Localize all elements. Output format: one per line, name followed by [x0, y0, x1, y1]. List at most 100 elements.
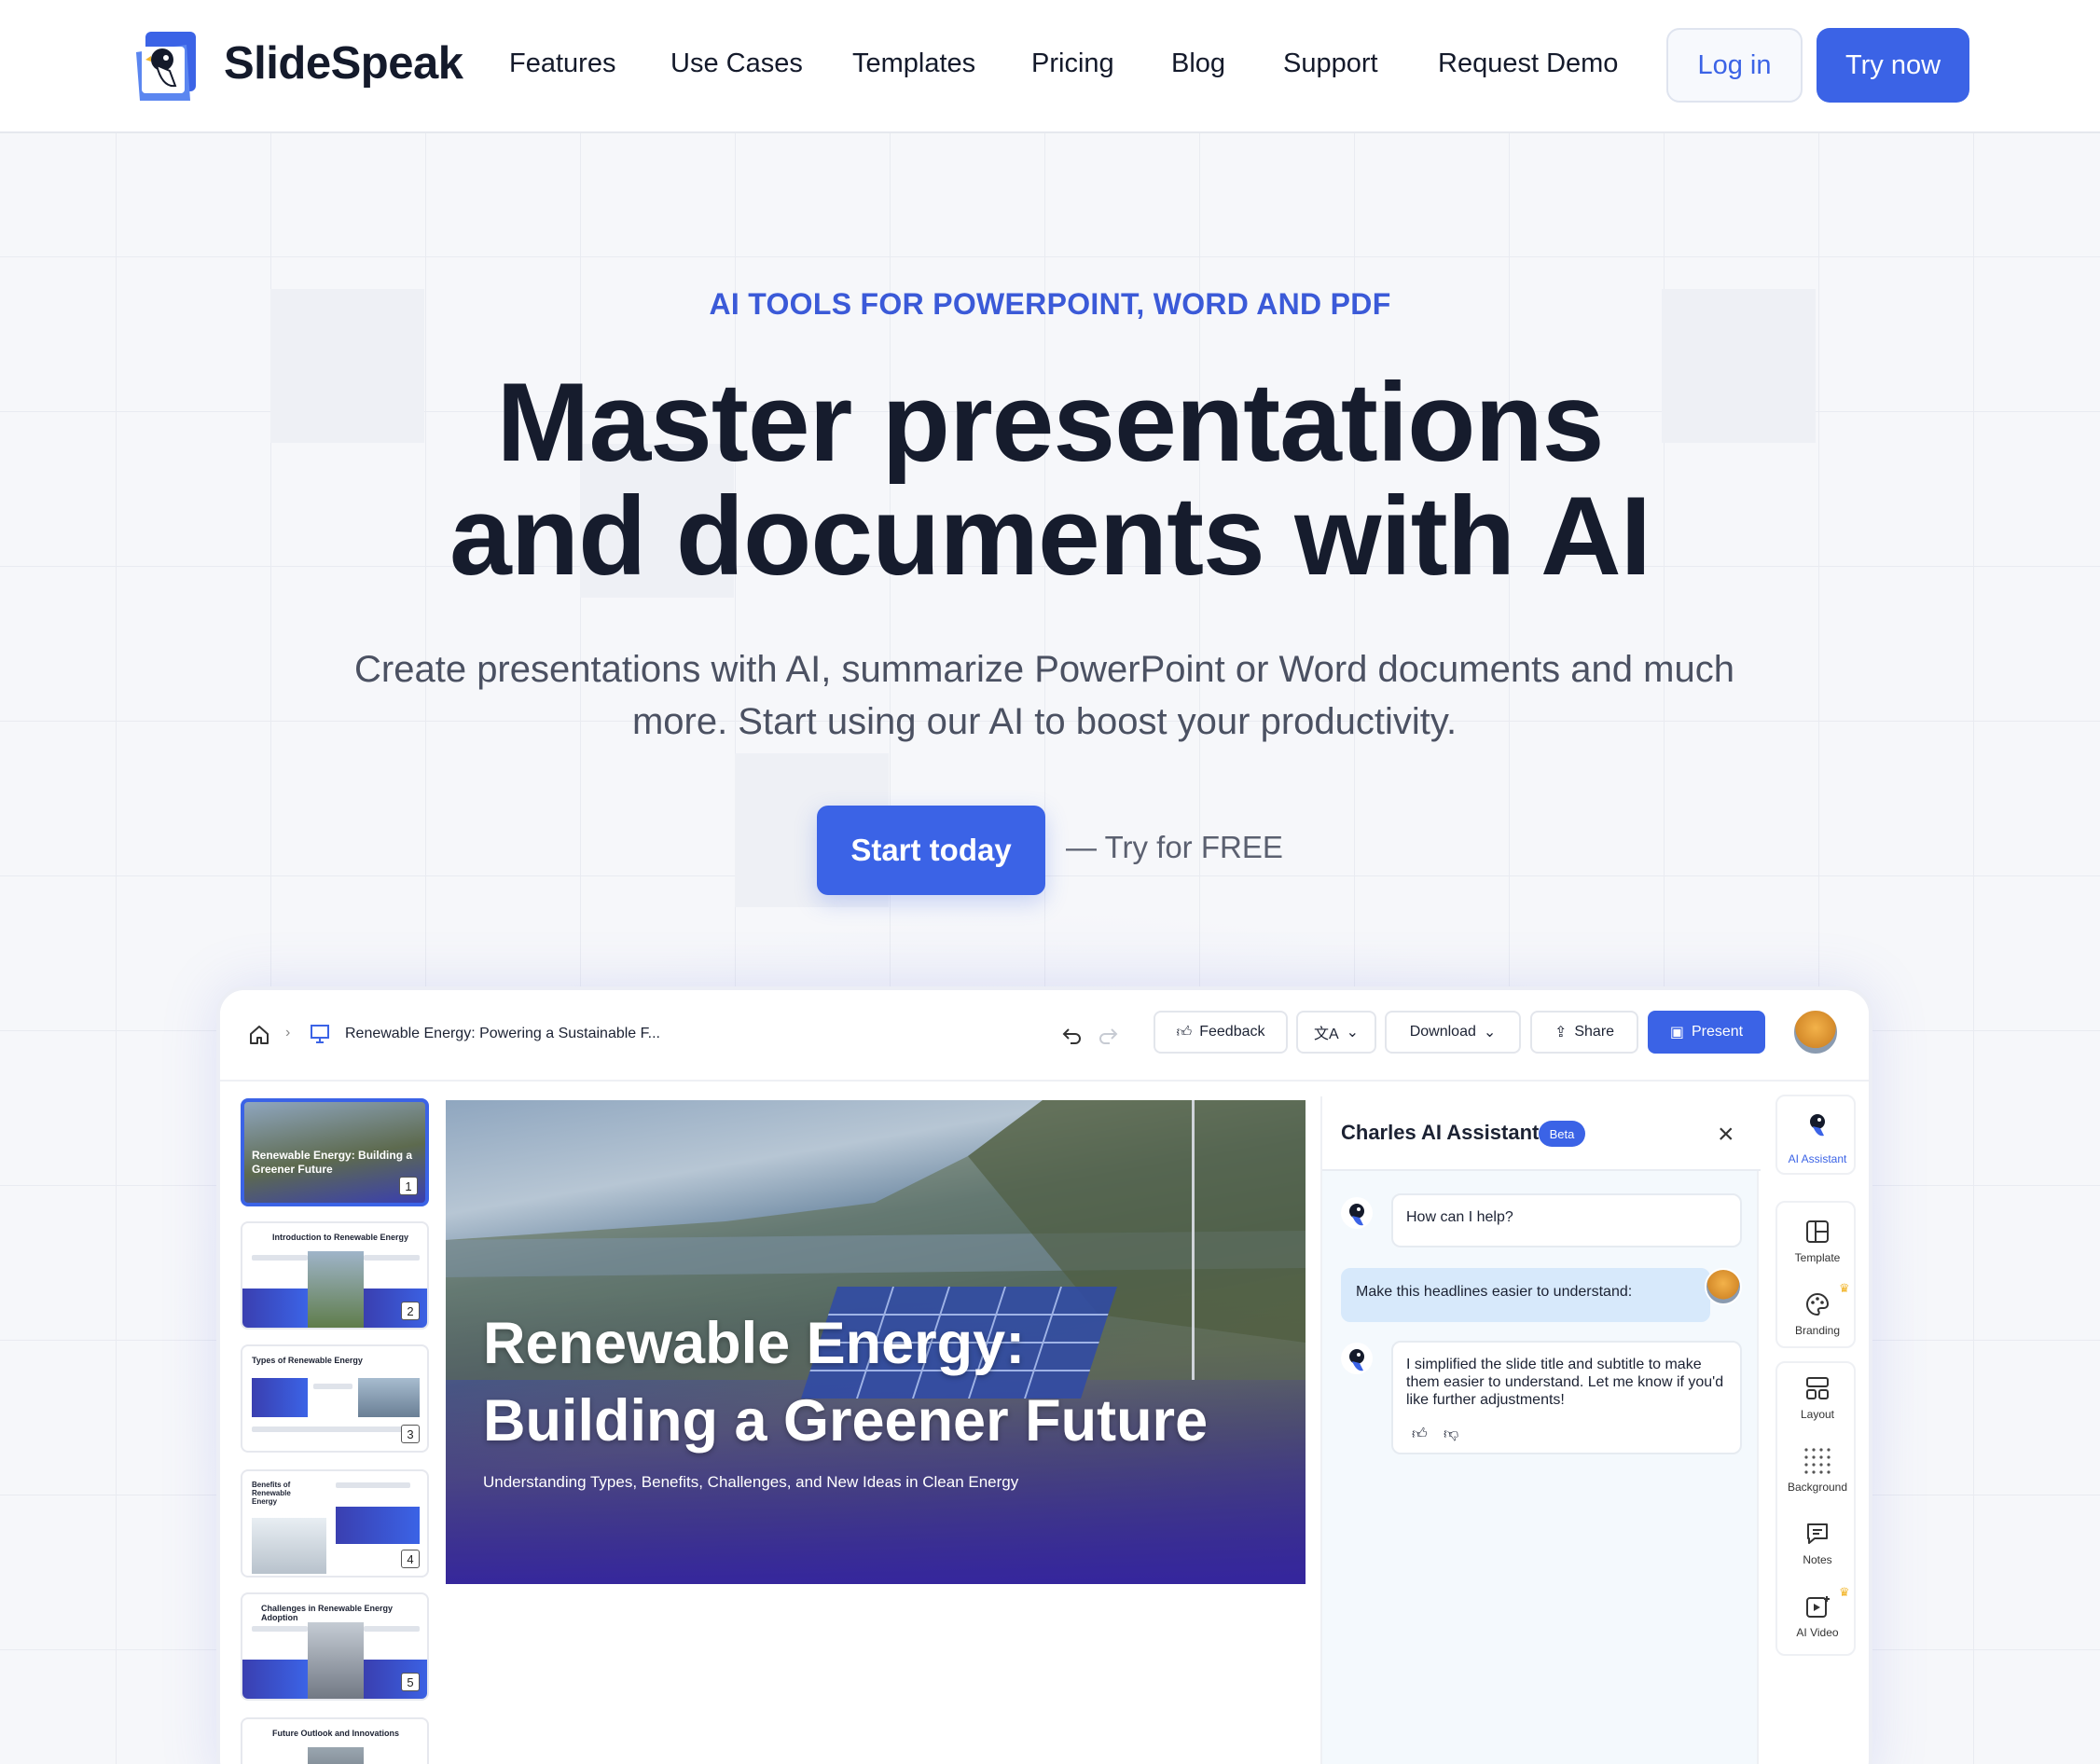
- editor-toolbar: › Renewable Energy: Powering a Sustainab…: [220, 990, 1869, 1082]
- nav-blog[interactable]: Blog: [1171, 48, 1225, 79]
- thumbs-up-icon[interactable]: 👍︎: [1412, 1426, 1428, 1443]
- rail-label-ai-video[interactable]: AI Video: [1777, 1626, 1858, 1639]
- download-label: Download: [1409, 1024, 1476, 1040]
- chat-message-text: I simplified the slide title and subtitl…: [1406, 1357, 1724, 1408]
- nav-pricing[interactable]: Pricing: [1031, 48, 1114, 79]
- thumbnail-accent: [336, 1507, 420, 1544]
- thumbnail-text-bar: [364, 1626, 420, 1632]
- layout-icon[interactable]: [1805, 1376, 1830, 1400]
- rail-label: AI Assistant: [1788, 1152, 1847, 1165]
- chat-header: Charles AI Assistant Beta ×: [1322, 1096, 1761, 1171]
- document-title[interactable]: Renewable Energy: Powering a Sustainable…: [345, 1026, 660, 1042]
- hero-subtitle-line: Create presentations with AI, summarize …: [354, 649, 1734, 690]
- rail-label-layout[interactable]: Layout: [1777, 1408, 1858, 1421]
- thumbnail-number: 5: [401, 1673, 420, 1691]
- home-icon[interactable]: [248, 1024, 270, 1046]
- present-icon: ▣: [1669, 1025, 1684, 1040]
- rail-label-template[interactable]: Template: [1777, 1251, 1858, 1264]
- close-icon[interactable]: ×: [1718, 1119, 1734, 1151]
- present-button[interactable]: ▣ Present: [1648, 1011, 1765, 1054]
- crown-icon: ♛: [1839, 1585, 1850, 1599]
- ai-video-icon[interactable]: [1805, 1594, 1831, 1619]
- thumbnail-accent: [242, 1289, 308, 1328]
- thumbnail-title: Future Outlook and Innovations: [272, 1729, 399, 1738]
- nav-request-demo[interactable]: Request Demo: [1438, 48, 1618, 79]
- slidespeak-logo-icon[interactable]: [132, 28, 200, 104]
- hero-title-line: and documents with AI: [449, 474, 1651, 599]
- brand-name[interactable]: SlideSpeak: [224, 37, 463, 90]
- slide-thumbnail-5[interactable]: Challenges in Renewable Energy Adoption …: [241, 1592, 429, 1701]
- try-now-button[interactable]: Try now: [1817, 28, 1969, 103]
- chevron-down-icon: ⌄: [1346, 1025, 1360, 1040]
- template-icon[interactable]: [1805, 1220, 1830, 1244]
- thumbs-down-icon[interactable]: 👎︎: [1444, 1426, 1458, 1443]
- ai-assistant-icon: [1810, 1114, 1825, 1137]
- thumbnail-image: [358, 1378, 420, 1417]
- rail-label-notes[interactable]: Notes: [1777, 1553, 1858, 1566]
- rail-label-branding[interactable]: Branding: [1777, 1324, 1858, 1337]
- notes-icon[interactable]: [1805, 1522, 1830, 1546]
- present-label: Present: [1691, 1024, 1744, 1040]
- bot-avatar-icon: [1341, 1197, 1373, 1229]
- thumbnail-accent: [242, 1660, 308, 1699]
- slide-thumbnail-2[interactable]: Introduction to Renewable Energy 2: [241, 1221, 429, 1330]
- thumbnail-image: [252, 1518, 326, 1574]
- feedback-label: Feedback: [1199, 1024, 1265, 1040]
- thumbnail-image: [308, 1747, 364, 1764]
- nav-use-cases[interactable]: Use Cases: [670, 48, 803, 79]
- thumbnail-text-bar: [252, 1255, 308, 1261]
- nav-support[interactable]: Support: [1283, 48, 1378, 79]
- thumbnail-number: 3: [401, 1425, 420, 1443]
- thumbnail-image: [308, 1622, 364, 1699]
- chevron-right-icon: ›: [285, 1025, 291, 1040]
- bot-avatar-icon: [1341, 1343, 1373, 1374]
- slide-thumbnail-4[interactable]: Benefits of Renewable Energy 4: [241, 1469, 429, 1578]
- hero-title: Master presentations and documents with …: [0, 365, 2100, 593]
- upload-icon: ⇪: [1554, 1025, 1568, 1040]
- site-header: SlideSpeak Features Use Cases Templates …: [0, 0, 2100, 133]
- rail-label-background[interactable]: Background: [1777, 1481, 1858, 1494]
- chevron-down-icon: ⌄: [1483, 1025, 1497, 1040]
- feedback-button[interactable]: 👍︎ Feedback: [1154, 1011, 1288, 1054]
- nav-templates[interactable]: Templates: [852, 48, 975, 79]
- hero-title-line: Master presentations: [496, 360, 1604, 485]
- thumbnail-text-bar: [364, 1255, 420, 1261]
- slide-thumbnail-1[interactable]: Renewable Energy: Building a Greener Fut…: [241, 1098, 429, 1206]
- thumbnail-number: 2: [401, 1302, 420, 1320]
- nav-features[interactable]: Features: [509, 48, 615, 79]
- hero-subtitle: Create presentations with AI, summarize …: [308, 643, 1781, 748]
- thumbnail-title: Types of Renewable Energy: [252, 1356, 363, 1365]
- undo-icon[interactable]: [1061, 1024, 1084, 1046]
- thumbnail-title: Benefits of Renewable Energy: [252, 1481, 291, 1506]
- thumbnail-text-bar: [336, 1482, 410, 1488]
- hero-subtitle-line: more. Start using our AI to boost your p…: [631, 701, 1458, 742]
- share-button[interactable]: ⇪ Share: [1530, 1011, 1638, 1054]
- slide-title-line: Building a Greener Future: [483, 1388, 1209, 1454]
- redo-icon[interactable]: [1097, 1024, 1119, 1046]
- login-button[interactable]: Log in: [1666, 28, 1803, 103]
- slide-thumbnail-3[interactable]: Types of Renewable Energy 3: [241, 1344, 429, 1453]
- download-button[interactable]: Download ⌄: [1385, 1011, 1521, 1054]
- try-free-note: — Try for FREE: [1066, 830, 1283, 864]
- slide-thumbnail-6[interactable]: Future Outlook and Innovations: [241, 1717, 429, 1764]
- language-button[interactable]: 文A ⌄: [1296, 1011, 1376, 1054]
- rail-ai-assistant[interactable]: AI Assistant: [1775, 1095, 1856, 1175]
- slide-title-line: Renewable Energy:: [483, 1311, 1026, 1376]
- rail-group-tools: Layout Background Notes ♛ AI Video: [1775, 1361, 1856, 1656]
- thumbnail-title: Renewable Energy: Building a Greener Fut…: [252, 1149, 413, 1176]
- rail-group-design: Template ♛ Branding: [1775, 1201, 1856, 1348]
- crown-icon: ♛: [1839, 1281, 1850, 1295]
- thumbnail-text-bar: [313, 1384, 352, 1389]
- thumbnail-title: Challenges in Renewable Energy Adoption: [261, 1604, 394, 1622]
- thumbnail-text-bar: [252, 1626, 308, 1632]
- slide-canvas[interactable]: Renewable Energy: Building a Greener Fut…: [446, 1100, 1306, 1584]
- thumbnail-title: Introduction to Renewable Energy: [272, 1233, 409, 1242]
- thumbnail-number: 4: [401, 1550, 420, 1568]
- start-today-button[interactable]: Start today: [817, 806, 1045, 895]
- user-avatar[interactable]: [1792, 1009, 1839, 1055]
- palette-icon[interactable]: [1805, 1292, 1830, 1316]
- background-dots-icon[interactable]: [1803, 1447, 1831, 1475]
- chat-message-user: Make this headlines easier to understand…: [1341, 1268, 1710, 1322]
- ai-assistant-panel: Charles AI Assistant Beta × How can I he…: [1320, 1096, 1761, 1764]
- app-mockup: › Renewable Energy: Powering a Sustainab…: [216, 986, 1872, 1764]
